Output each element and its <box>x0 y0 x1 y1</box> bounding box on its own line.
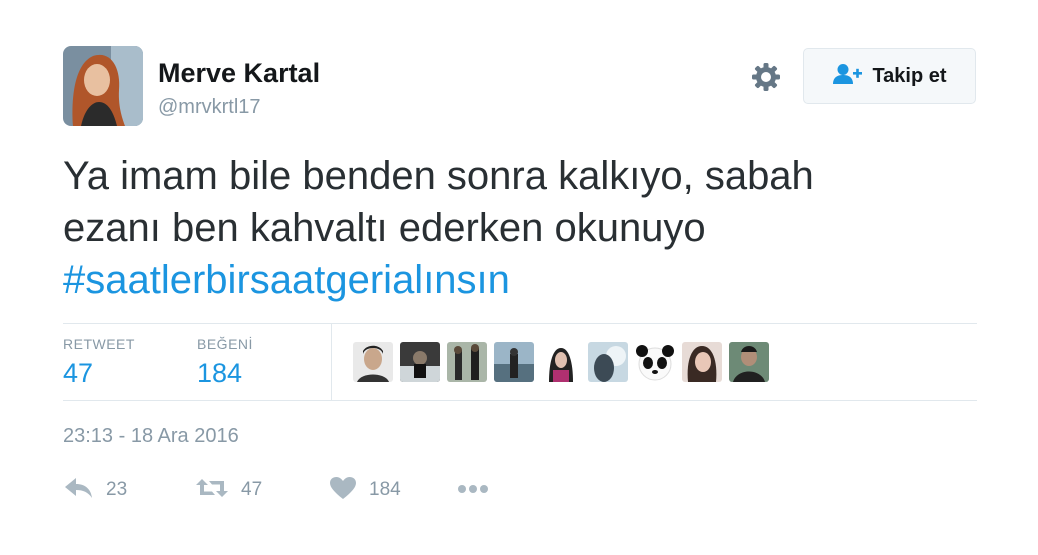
like-action-count: 184 <box>369 479 401 500</box>
tweet-text: Ya imam bile benden sonra kalkıyo, sabah… <box>63 150 963 306</box>
more-icon <box>457 481 489 499</box>
reply-button[interactable]: 23 <box>64 474 127 506</box>
liker-avatar[interactable] <box>541 342 581 382</box>
reply-count: 23 <box>106 479 128 500</box>
divider <box>63 400 977 401</box>
liker-avatar[interactable] <box>447 342 487 382</box>
tweet-text-line-2: ezanı ben kahvaltı ederken okunuyo <box>63 206 706 250</box>
divider <box>63 323 977 324</box>
liker-avatar[interactable] <box>588 342 628 382</box>
retweet-action-count: 47 <box>241 479 263 500</box>
gear-icon[interactable] <box>749 60 783 94</box>
add-person-icon <box>832 63 863 90</box>
reply-icon <box>64 477 94 504</box>
retweet-stat-count[interactable]: 47 <box>63 358 93 389</box>
like-stat-label: BEĞENİ <box>197 336 253 352</box>
like-stat-count[interactable]: 184 <box>197 358 242 389</box>
liker-avatar[interactable] <box>494 342 534 382</box>
follow-button[interactable]: Takip et <box>803 48 976 104</box>
display-name[interactable]: Merve Kartal <box>158 58 320 89</box>
avatar[interactable] <box>63 46 143 126</box>
liker-avatar[interactable] <box>729 342 769 382</box>
hashtag-link[interactable]: #saatlerbirsaatgerialınsın <box>63 254 963 306</box>
user-handle[interactable]: @mrvkrtl17 <box>158 96 261 119</box>
retweet-icon <box>195 476 229 505</box>
liker-avatar[interactable] <box>635 342 675 382</box>
avatar-image <box>63 46 143 126</box>
liker-avatar[interactable] <box>353 342 393 382</box>
liker-avatar[interactable] <box>400 342 440 382</box>
liker-avatar[interactable] <box>682 342 722 382</box>
tweet-text-line-1: Ya imam bile benden sonra kalkıyo, sabah <box>63 154 814 198</box>
retweet-stat-label: RETWEET <box>63 336 135 352</box>
heart-icon <box>329 476 357 505</box>
stats-separator <box>331 323 332 401</box>
more-button[interactable] <box>457 474 489 506</box>
likers-avatars <box>353 342 769 382</box>
like-button[interactable]: 184 <box>329 474 401 506</box>
retweet-button[interactable]: 47 <box>195 474 262 506</box>
follow-button-label: Takip et <box>872 64 947 87</box>
tweet-timestamp[interactable]: 23:13 - 18 Ara 2016 <box>63 425 239 448</box>
